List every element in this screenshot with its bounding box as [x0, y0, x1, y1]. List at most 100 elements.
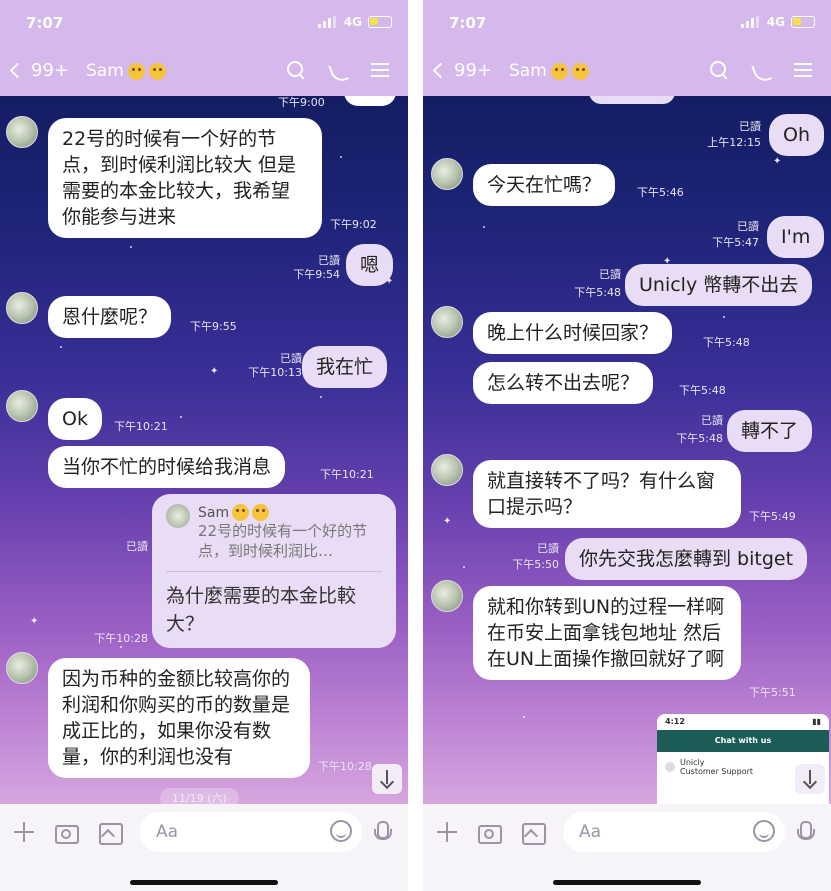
outgoing-message[interactable]: 我在忙	[302, 346, 388, 388]
emoji-icon[interactable]	[330, 820, 352, 842]
back-button[interactable]: 99+	[9, 60, 69, 81]
reply-message[interactable]: Sam 22号的时候有一个好的节点，到时候利润比… 為什麼需要的本金比較大？	[152, 494, 396, 648]
emoji-icon	[550, 62, 568, 80]
battery-icon: ▮▮	[812, 717, 821, 726]
home-indicator	[130, 880, 278, 885]
read-receipt: 已讀	[701, 414, 723, 427]
unread-count: 99+	[454, 60, 492, 81]
scroll-down-button[interactable]	[795, 764, 825, 794]
avatar[interactable]	[6, 116, 38, 148]
read-receipt: 已讀	[599, 268, 621, 281]
incoming-message[interactable]: 当你不忙的时候给我消息	[48, 446, 286, 488]
outgoing-message[interactable]: Oh	[769, 114, 824, 156]
incoming-message[interactable]: 晚上什么时候回家？	[473, 312, 673, 354]
avatar	[166, 504, 190, 528]
scroll-down-button[interactable]	[372, 764, 402, 794]
plus-icon[interactable]	[12, 820, 36, 844]
avatar[interactable]	[431, 454, 463, 486]
screenshot-subtitle: Customer Support	[680, 767, 754, 776]
mic-icon[interactable]	[793, 820, 817, 844]
input-placeholder: Aa	[579, 822, 602, 842]
search-icon[interactable]	[709, 60, 729, 80]
menu-icon[interactable]	[793, 60, 813, 80]
screenshot-contact: Unicly	[680, 758, 705, 767]
incoming-message[interactable]: 因为币种的金额比较高你的利润和你购买的币的数量是成正比的，如果你没有数量，你的利…	[48, 658, 310, 778]
screenshot-header: Chat with us	[657, 730, 829, 752]
star-decoration: ✦	[30, 616, 39, 627]
mic-icon[interactable]	[370, 820, 394, 844]
back-button[interactable]: 99+	[432, 60, 492, 81]
incoming-message[interactable]: 今天在忙嗎？	[473, 164, 616, 206]
message-bubble-partial[interactable]	[344, 96, 396, 106]
message-time: 下午10:21	[320, 468, 374, 481]
message-time: 下午5:50	[512, 558, 559, 571]
read-receipt: 已讀	[537, 542, 559, 555]
image-icon[interactable]	[521, 820, 546, 845]
menu-icon[interactable]	[370, 60, 390, 80]
message-time: 下午9:55	[190, 320, 237, 333]
chat-area[interactable]: ✦ ✦ ✦ ✦ ✦ 已讀 上午12:15 Oh 今天在忙嗎？ 下午5:46 已讀…	[423, 96, 831, 804]
read-receipt: 已讀	[737, 220, 759, 233]
message-time: 下午5:47	[712, 236, 759, 249]
star-decoration: ✦	[773, 156, 782, 167]
quoted-message[interactable]: Sam 22号的时候有一个好的节点，到时候利润比…	[166, 504, 382, 572]
message-time: 下午9:54	[293, 268, 340, 281]
right-phone-screen: 7:07 4G 99+ Sam ✦ ✦ ✦ ✦ ✦ 已讀	[423, 0, 831, 891]
message-time: 下午10:21	[114, 420, 168, 433]
outgoing-message[interactable]: I'm	[767, 216, 825, 258]
camera-icon[interactable]	[477, 820, 502, 844]
avatar[interactable]	[6, 390, 38, 422]
reply-text: 為什麼需要的本金比較大？	[166, 585, 357, 635]
network-label: 4G	[343, 15, 362, 29]
emoji-icon[interactable]	[753, 820, 775, 842]
network-label: 4G	[766, 15, 785, 29]
incoming-message[interactable]: 怎么转不出去呢？	[473, 362, 654, 404]
input-placeholder: Aa	[156, 822, 179, 842]
unread-count: 99+	[31, 60, 69, 81]
contact-name[interactable]: Sam	[86, 61, 166, 81]
message-input[interactable]: Aa	[140, 812, 362, 852]
avatar[interactable]	[6, 292, 38, 324]
avatar[interactable]	[431, 306, 463, 338]
input-bar: Aa	[423, 804, 831, 891]
status-time: 7:07	[449, 14, 487, 32]
emoji-icon	[127, 62, 145, 80]
image-icon[interactable]	[98, 820, 123, 845]
incoming-message[interactable]: 22号的时候有一个好的节点，到时候利润比较大 但是需要的本金比较大，我希望你能参…	[48, 118, 322, 238]
emoji-icon	[232, 504, 250, 521]
message-input[interactable]: Aa	[563, 812, 785, 852]
contact-icon	[665, 762, 675, 772]
chevron-left-icon	[9, 62, 26, 79]
incoming-message[interactable]: 就直接转不了吗？有什么窗口提示吗？	[473, 460, 741, 528]
chat-area[interactable]: ✦ ✦ ✦ ✦ ✦ 下午9:00 22号的时候有一个好的节点，到时候利润比较大 …	[0, 96, 408, 804]
search-icon[interactable]	[286, 60, 306, 80]
message-time: 下午5:48	[676, 432, 723, 445]
phone-icon[interactable]	[328, 60, 348, 80]
contact-name[interactable]: Sam	[509, 61, 589, 81]
camera-icon[interactable]	[54, 820, 79, 844]
incoming-message[interactable]: 恩什麼呢？	[48, 296, 172, 338]
avatar[interactable]	[431, 158, 463, 190]
date-divider: 11/19 (六)	[160, 788, 239, 804]
status-bar: 7:07 4G	[0, 0, 408, 46]
avatar[interactable]	[6, 652, 38, 684]
star-decoration: ✦	[210, 366, 219, 377]
outgoing-message[interactable]: Unicly 幣轉不出去	[625, 264, 813, 306]
incoming-message[interactable]: 就和你转到UN的过程一样啊 在币安上面拿钱包地址 然后在UN上面操作撤回就好了啊	[473, 586, 741, 680]
home-indicator	[553, 880, 701, 885]
avatar[interactable]	[431, 580, 463, 612]
outgoing-message[interactable]: 嗯	[346, 244, 394, 286]
incoming-message[interactable]: Ok	[48, 398, 102, 440]
message-time: 下午9:02	[330, 218, 377, 231]
signal-icon	[318, 16, 336, 28]
quoted-text: 22号的时候有一个好的节点，到时候利润比…	[198, 522, 368, 560]
message-time: 上午12:15	[707, 136, 761, 149]
phone-icon[interactable]	[751, 60, 771, 80]
outgoing-message[interactable]: 轉不了	[727, 410, 813, 452]
star-decoration: ✦	[443, 516, 452, 527]
screenshot-time: 4:12	[665, 717, 685, 726]
plus-icon[interactable]	[435, 820, 459, 844]
message-bubble-partial[interactable]	[589, 96, 675, 104]
outgoing-message[interactable]: 你先交我怎麼轉到 bitget	[565, 538, 808, 580]
message-time: 下午5:46	[637, 186, 684, 199]
